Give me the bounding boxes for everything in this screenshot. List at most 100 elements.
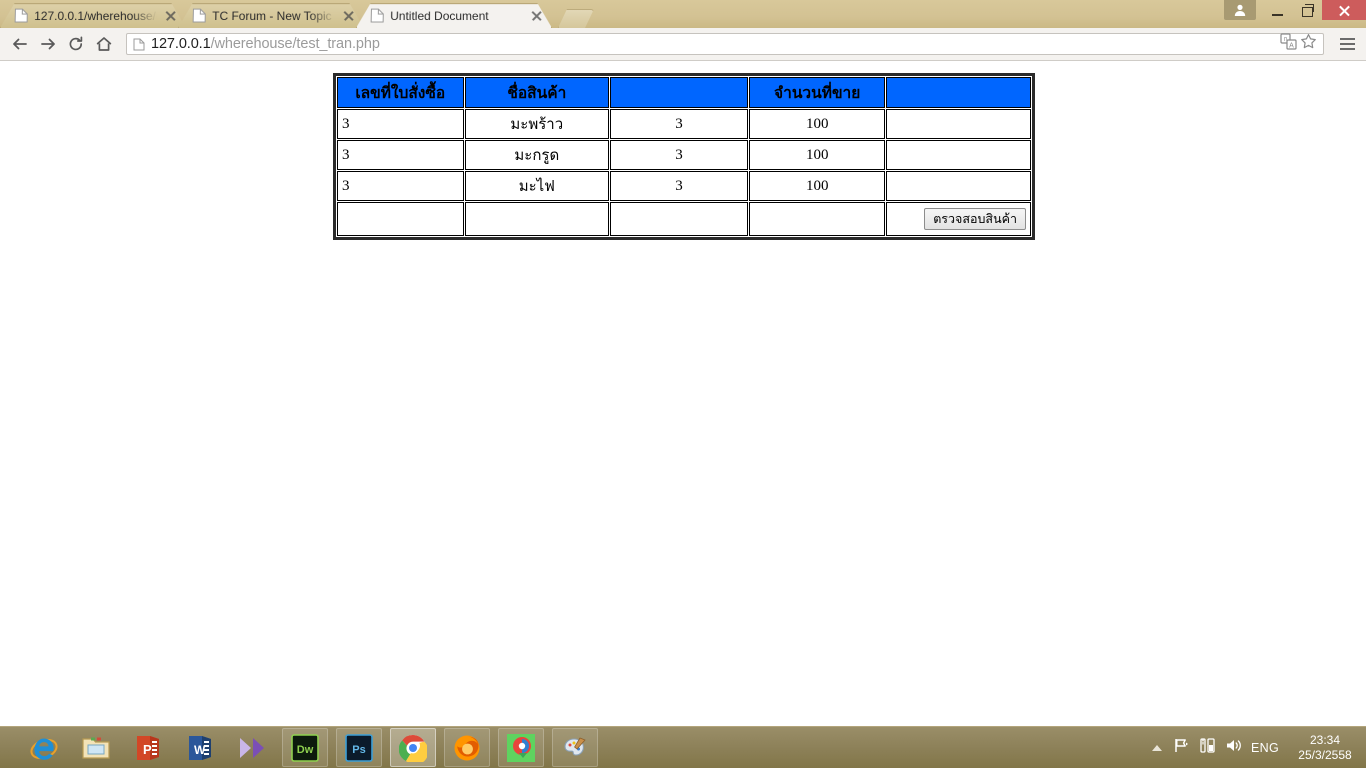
close-button[interactable] xyxy=(1322,0,1366,20)
hamburger-line xyxy=(1339,38,1355,40)
cell-sold: 100 xyxy=(748,109,886,139)
home-button[interactable] xyxy=(90,30,118,58)
show-hidden-icons-icon[interactable] xyxy=(1152,744,1162,751)
windows-taskbar: P W Dw Ps ENG 23:34 25/3/2558 xyxy=(0,726,1366,768)
table-row: 3 มะกรูด 3 100 xyxy=(337,140,1031,170)
page-icon xyxy=(370,8,384,23)
cell-sold: 100 xyxy=(748,140,886,170)
cell-action xyxy=(886,140,1031,170)
product-order-table: เลขที่ใบสั่งซื้อ ชื่อสินค้า จำนวนที่ขาย … xyxy=(333,73,1035,240)
restore-icon xyxy=(1301,4,1314,17)
footer-cell-3 xyxy=(610,202,748,236)
browser-tab-2[interactable]: TC Forum - New Topic :: ก xyxy=(178,3,364,28)
address-path: /wherehouse/test_tran.php xyxy=(210,36,380,52)
hamburger-line xyxy=(1339,48,1355,50)
table-footer-row: ตรวจสอบสินค้า xyxy=(337,202,1031,236)
chrome-menu-button[interactable] xyxy=(1334,31,1360,57)
close-icon xyxy=(1338,4,1351,17)
action-center-flag-icon[interactable] xyxy=(1173,737,1190,759)
svg-text:Ps: Ps xyxy=(352,744,365,756)
tab-title: Untitled Document xyxy=(390,8,489,23)
restore-button[interactable] xyxy=(1292,0,1322,22)
forward-button[interactable] xyxy=(34,30,62,58)
footer-cell-4 xyxy=(748,202,886,236)
network-icon[interactable] xyxy=(1199,737,1216,759)
column-header-action xyxy=(886,77,1031,108)
column-header-quantity xyxy=(610,77,748,108)
footer-cell-action: ตรวจสอบสินค้า xyxy=(886,202,1031,236)
taskbar-item-google-chrome[interactable] xyxy=(390,728,436,767)
address-host: 127.0.0.1 xyxy=(151,36,211,52)
table-body: 3 มะพร้าว 3 100 3 มะกรูด 3 100 3 มะไฟ 3 … xyxy=(337,109,1031,236)
taskbar-item-word[interactable]: W xyxy=(178,729,222,766)
reload-button[interactable] xyxy=(62,30,90,58)
svg-text:Dw: Dw xyxy=(297,744,314,756)
new-tab-button[interactable] xyxy=(558,9,594,28)
column-header-order-no: เลขที่ใบสั่งซื้อ xyxy=(337,77,464,108)
user-avatar-button[interactable] xyxy=(1224,0,1256,20)
volume-icon[interactable] xyxy=(1225,737,1242,759)
cell-product: มะพร้าว xyxy=(464,109,610,139)
tab-strip: 127.0.0.1/wherehouse/rep TC Forum - New … xyxy=(0,0,594,28)
table-row: 3 มะพร้าว 3 100 xyxy=(337,109,1031,139)
cell-quantity: 3 xyxy=(610,140,748,170)
taskbar-item-photoshop[interactable]: Ps xyxy=(336,728,382,767)
tab-close-icon[interactable] xyxy=(530,9,544,23)
tab-close-icon[interactable] xyxy=(342,9,356,23)
taskbar-item-file-explorer[interactable] xyxy=(74,729,118,766)
tab-title: TC Forum - New Topic :: ก xyxy=(212,8,338,23)
footer-cell-2 xyxy=(464,202,610,236)
browser-tab-1[interactable]: 127.0.0.1/wherehouse/rep xyxy=(0,3,186,28)
tab-close-icon[interactable] xyxy=(164,9,178,23)
page-viewport: เลขที่ใบสั่งซื้อ ชื่อสินค้า จำนวนที่ขาย … xyxy=(0,61,1366,727)
page-icon xyxy=(192,8,206,23)
system-tray: ENG 23:34 25/3/2558 xyxy=(1152,733,1366,763)
page-icon xyxy=(14,8,28,23)
column-header-sold: จำนวนที่ขาย xyxy=(748,77,886,108)
cell-product: มะกรูด xyxy=(464,140,610,170)
minimize-button[interactable] xyxy=(1262,0,1292,22)
clock-time: 23:34 xyxy=(1309,732,1341,747)
cell-order-no: 3 xyxy=(337,171,464,201)
taskbar-item-internet-explorer[interactable] xyxy=(22,729,66,766)
svg-text:P: P xyxy=(143,742,152,757)
check-product-button[interactable]: ตรวจสอบสินค้า xyxy=(924,208,1026,230)
cell-quantity: 3 xyxy=(610,171,748,201)
taskbar-item-paint[interactable] xyxy=(552,728,598,767)
table-row: 3 มะไฟ 3 100 xyxy=(337,171,1031,201)
cell-order-no: 3 xyxy=(337,140,464,170)
browser-toolbar: 127.0.0.1/wherehouse/test_tran.php กA xyxy=(0,28,1366,61)
svg-text:A: A xyxy=(1289,42,1294,49)
bookmark-star-icon[interactable] xyxy=(1300,33,1317,55)
omnibox-actions: กA xyxy=(1280,33,1317,55)
taskbar-item-internet-download-manager[interactable] xyxy=(498,728,544,767)
cell-order-no: 3 xyxy=(337,109,464,139)
browser-title-bar: 127.0.0.1/wherehouse/rep TC Forum - New … xyxy=(0,0,1366,29)
taskbar-item-mozilla-firefox[interactable] xyxy=(444,728,490,767)
taskbar-item-movie-maker[interactable] xyxy=(230,729,274,766)
cell-action xyxy=(886,171,1031,201)
table-header: เลขที่ใบสั่งซื้อ ชื่อสินค้า จำนวนที่ขาย xyxy=(337,77,1031,108)
address-bar[interactable]: 127.0.0.1/wherehouse/test_tran.php กA xyxy=(126,33,1324,55)
footer-cell-1 xyxy=(337,202,464,236)
address-bar-text: 127.0.0.1/wherehouse/test_tran.php xyxy=(151,36,380,52)
column-header-product: ชื่อสินค้า xyxy=(464,77,610,108)
taskbar-clock[interactable]: 23:34 25/3/2558 xyxy=(1294,733,1356,763)
page-icon xyxy=(133,38,145,51)
minimize-icon xyxy=(1271,14,1283,16)
translate-icon[interactable]: กA xyxy=(1280,33,1297,55)
cell-quantity: 3 xyxy=(610,109,748,139)
language-indicator[interactable]: ENG xyxy=(1251,741,1279,755)
tab-title: 127.0.0.1/wherehouse/rep xyxy=(34,8,160,23)
table-header-row: เลขที่ใบสั่งซื้อ ชื่อสินค้า จำนวนที่ขาย xyxy=(337,77,1031,108)
taskbar-item-powerpoint[interactable]: P xyxy=(126,729,170,766)
taskbar-item-dreamweaver[interactable]: Dw xyxy=(282,728,328,767)
cell-sold: 100 xyxy=(748,171,886,201)
window-controls xyxy=(1224,0,1366,28)
cell-action xyxy=(886,109,1031,139)
taskbar-items: P W Dw Ps xyxy=(0,728,598,767)
clock-date: 25/3/2558 xyxy=(1298,747,1352,762)
back-button[interactable] xyxy=(6,30,34,58)
hamburger-line xyxy=(1339,43,1355,45)
browser-tab-3[interactable]: Untitled Document xyxy=(356,3,552,28)
